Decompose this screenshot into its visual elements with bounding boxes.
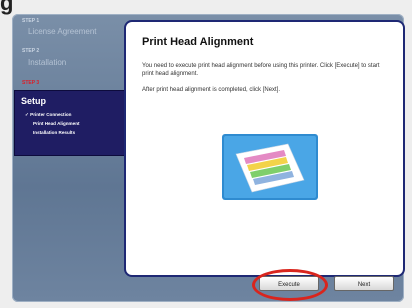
installer-window: STEP 1 License Agreement STEP 2 Installa…: [12, 14, 405, 302]
next-button[interactable]: Next: [334, 276, 394, 291]
step1-name: License Agreement: [28, 27, 97, 36]
execute-button[interactable]: Execute: [259, 276, 319, 291]
step2-label: STEP 2: [22, 48, 40, 54]
step3-label: STEP 3: [22, 80, 40, 86]
setup-title: Setup: [21, 96, 47, 106]
content-panel: Print Head Alignment You need to execute…: [124, 20, 405, 277]
setup-item-print-head-alignment: Print Head Alignment: [33, 121, 80, 126]
instruction-text: You need to execute print head alignment…: [142, 63, 380, 77]
alignment-sheet-illustration: [222, 134, 318, 200]
step2-name: Installation: [28, 58, 67, 67]
completion-text: After print head alignment is completed,…: [142, 87, 281, 93]
setup-item-installation-results: Installation Results: [33, 130, 76, 135]
steps-sidebar: STEP 1 License Agreement STEP 2 Installa…: [12, 14, 130, 302]
step1-label: STEP 1: [22, 18, 40, 24]
page-title: Print Head Alignment: [142, 36, 254, 48]
setup-panel: Setup ✓ Printer Connection Print Head Al…: [14, 90, 130, 156]
setup-item-printer-connection: ✓ Printer Connection: [25, 112, 72, 117]
